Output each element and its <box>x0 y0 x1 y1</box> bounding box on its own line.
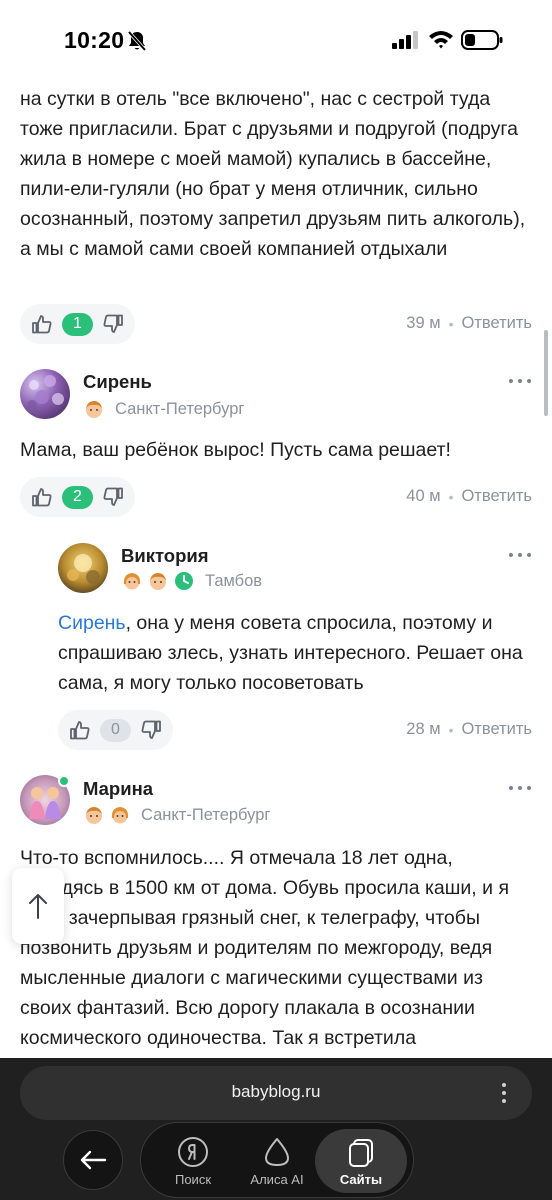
comment-time: 39 м <box>406 314 441 332</box>
address-bar[interactable]: babyblog.ru <box>20 1066 532 1120</box>
author-meta: Санкт-Петербург <box>83 398 244 420</box>
author-city: Тамбов <box>205 571 263 590</box>
comment-text: Мама, ваш ребёнок вырос! Пусть сама реша… <box>20 439 451 461</box>
reply-button[interactable]: Ответить <box>461 314 532 333</box>
boy-badge-icon <box>86 807 102 824</box>
separator-dot: • <box>448 315 454 332</box>
reply-button[interactable]: Ответить <box>461 720 532 739</box>
comment-text: на сутки в отель "все включено", нас с с… <box>20 88 526 260</box>
comment-text: Что-то вспомнилось.... Я отмечала 18 лет… <box>20 847 510 1049</box>
vote-count: 2 <box>62 485 93 509</box>
avatar[interactable] <box>20 369 70 419</box>
thumbs-down-icon[interactable] <box>139 718 163 742</box>
nav-search[interactable]: Поиск <box>147 1129 239 1193</box>
thumbs-down-icon[interactable] <box>101 485 125 509</box>
comments-feed[interactable]: на сутки в отель "все включено", нас с с… <box>0 80 552 1058</box>
vote-pill: 0 <box>58 710 173 750</box>
comment-text: Сирень, она у меня совета спросила, поэт… <box>58 612 523 694</box>
avatar[interactable] <box>58 543 108 593</box>
girl-badge-icon <box>111 807 129 824</box>
nav-alice[interactable]: Алиса AI <box>231 1129 323 1193</box>
status-time: 10:20 <box>64 27 125 53</box>
author-name[interactable]: Марина <box>83 778 153 800</box>
cellular-signal-icon <box>392 31 418 49</box>
nav-label: Сайты <box>339 1171 383 1187</box>
thumbs-down-icon[interactable] <box>101 312 125 336</box>
reply-button[interactable]: Ответить <box>461 487 532 506</box>
alice-icon <box>265 1137 289 1166</box>
vote-pill: 1 <box>20 304 135 344</box>
more-options-icon[interactable] <box>509 784 531 792</box>
girl-badge-icon <box>123 573 141 590</box>
author-name[interactable]: Виктория <box>121 545 209 567</box>
yandex-search-icon <box>178 1136 208 1167</box>
back-button[interactable] <box>63 1130 123 1190</box>
browser-nav: Поиск Алиса AI Сайты <box>140 1122 414 1198</box>
author-meta: Тамбов <box>121 570 262 592</box>
separator-dot: • <box>448 488 454 505</box>
nav-sites[interactable]: Сайты <box>315 1129 407 1193</box>
arrow-left-icon <box>80 1150 107 1170</box>
thumbs-up-icon[interactable] <box>30 312 54 336</box>
more-vertical-icon[interactable] <box>502 1083 506 1103</box>
thumbs-up-icon[interactable] <box>68 718 92 742</box>
browser-bottom-bar: babyblog.ru Поиск Алиса AI Сайты <box>0 1058 552 1200</box>
comment-meta: 40 м • Ответить <box>406 487 532 506</box>
clock-badge-icon <box>175 572 193 590</box>
comment-time: 28 м <box>406 720 441 738</box>
author-meta: Санкт-Петербург <box>83 804 270 826</box>
comment-time: 40 м <box>406 487 441 505</box>
scrollbar-thumb[interactable] <box>544 330 548 416</box>
separator-dot: • <box>448 721 454 738</box>
more-options-icon[interactable] <box>509 551 531 559</box>
url-text[interactable]: babyblog.ru <box>20 1082 532 1102</box>
author-city: Санкт-Петербург <box>115 399 245 418</box>
nav-label: Поиск <box>174 1171 212 1187</box>
comment-actions: 2 <box>20 477 135 517</box>
battery-icon <box>461 30 503 50</box>
comment-actions: 1 <box>20 304 135 344</box>
bell-off-icon <box>127 30 147 52</box>
vote-pill: 2 <box>20 477 135 517</box>
online-indicator <box>58 775 70 787</box>
sites-icon <box>349 1138 373 1167</box>
vote-count: 0 <box>100 718 131 742</box>
comment-meta: 28 м • Ответить <box>406 720 532 739</box>
boy-badge-icon <box>86 401 102 418</box>
more-options-icon[interactable] <box>509 377 531 385</box>
author-name[interactable]: Сирень <box>83 371 152 393</box>
status-bar: 10:20 <box>0 0 552 80</box>
arrow-up-icon <box>29 894 47 919</box>
thumbs-up-icon[interactable] <box>30 485 54 509</box>
vote-count: 1 <box>62 312 93 336</box>
mention-link[interactable]: Сирень <box>58 612 126 634</box>
wifi-icon <box>429 31 453 49</box>
comment-meta: 39 м • Ответить <box>406 314 532 333</box>
comment-actions: 0 <box>58 710 173 750</box>
boy-badge-icon <box>150 573 166 590</box>
nav-label: Алиса AI <box>250 1171 304 1187</box>
scroll-to-top-button[interactable] <box>12 868 64 944</box>
author-city: Санкт-Петербург <box>141 805 271 824</box>
